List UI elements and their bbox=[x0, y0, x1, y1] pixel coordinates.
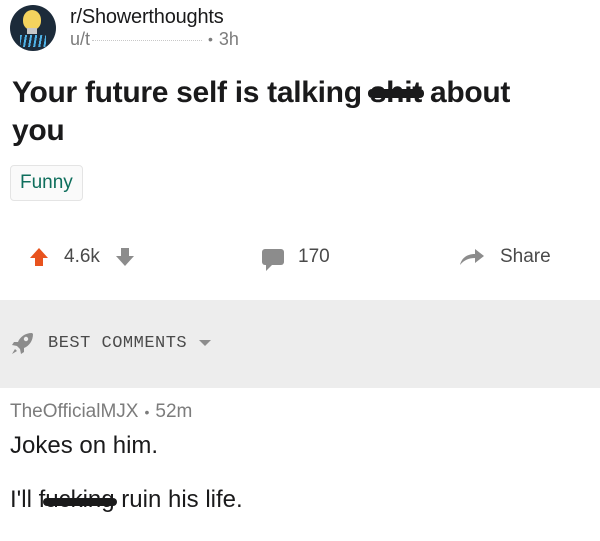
comment-text-line: I'll fucking ruin his life. bbox=[10, 486, 243, 513]
post-flair[interactable]: Funny bbox=[10, 165, 83, 201]
comment: TheOfficialMJX • 52m Jokes on him. I'll … bbox=[10, 399, 590, 515]
sort-label: BEST COMMENTS bbox=[48, 333, 188, 353]
downvote-icon[interactable] bbox=[115, 248, 134, 266]
censored-word: ucking bbox=[43, 486, 118, 513]
post-age: 3h bbox=[218, 29, 239, 49]
comment-author[interactable]: TheOfficialMJX bbox=[10, 401, 138, 423]
upvote-icon[interactable] bbox=[30, 248, 48, 266]
separator-dot: • bbox=[208, 31, 213, 47]
separator-dot: • bbox=[144, 404, 150, 420]
subreddit-name[interactable]: r/Showerthoughts bbox=[70, 6, 239, 28]
vote-control: 4.6k bbox=[30, 232, 134, 282]
comment-sort-dropdown[interactable]: BEST COMMENTS bbox=[10, 330, 212, 356]
post-title[interactable]: Your future self is talking shit about y… bbox=[12, 74, 532, 150]
share-button[interactable]: Share bbox=[458, 232, 551, 282]
action-bar: 4.6k 170 Share bbox=[0, 232, 600, 282]
lightbulb-icon bbox=[23, 10, 41, 30]
post-author[interactable]: u/t bbox=[70, 28, 90, 50]
rocket-icon bbox=[10, 330, 36, 356]
post-header: r/Showerthoughts u/t • 3h bbox=[10, 4, 239, 52]
post-meta: u/t • 3h bbox=[70, 28, 239, 50]
subreddit-avatar[interactable] bbox=[10, 5, 56, 51]
redacted-username bbox=[92, 32, 203, 46]
comment-text-line: Jokes on him. bbox=[10, 432, 159, 459]
comment-age: 52m bbox=[155, 401, 193, 422]
comment-bubble-icon bbox=[262, 249, 284, 271]
censored-word: shit bbox=[367, 74, 425, 112]
share-label: Share bbox=[500, 246, 551, 267]
share-arrow-icon bbox=[458, 247, 486, 267]
vote-count: 4.6k bbox=[64, 246, 100, 267]
comment-count: 170 bbox=[298, 246, 330, 267]
comments-button[interactable]: 170 bbox=[262, 232, 330, 282]
comment-meta: TheOfficialMJX • 52m bbox=[10, 399, 590, 425]
chevron-down-icon bbox=[199, 340, 212, 346]
shower-drops-icon bbox=[20, 35, 46, 47]
